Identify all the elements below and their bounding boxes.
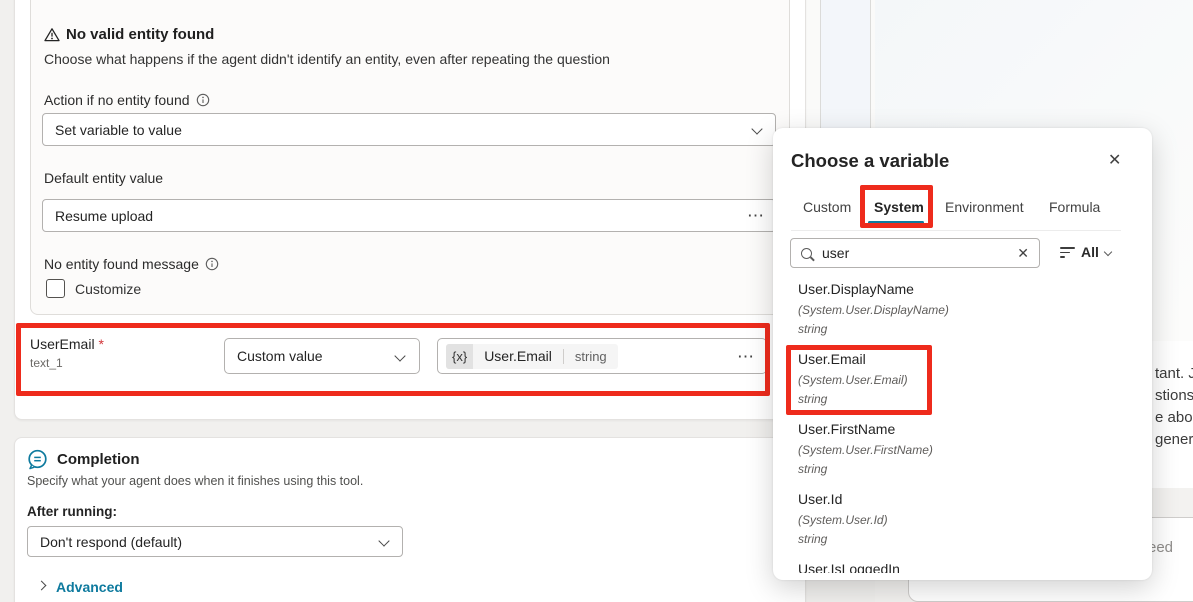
message-fragment: stions. — [1155, 385, 1193, 407]
action-if-no-entity-label: Action if no entity found — [44, 92, 210, 108]
tab-system[interactable]: System — [874, 199, 924, 215]
user-email-variable-id: text_1 — [30, 356, 63, 370]
active-tab-underline — [868, 221, 924, 224]
variable-list: User.DisplayName (System.User.DisplayNam… — [773, 273, 1152, 573]
section-heading: No valid entity found — [66, 26, 214, 43]
list-item[interactable]: User.FirstName (System.User.FirstName) s… — [798, 421, 933, 476]
after-running-label: After running: — [27, 504, 117, 519]
message-fragment: e abou — [1155, 407, 1193, 429]
search-input[interactable] — [820, 244, 984, 262]
variable-path: (System.User.Id) — [798, 513, 888, 527]
list-item[interactable]: User.DisplayName (System.User.DisplayNam… — [798, 281, 949, 336]
variable-path: (System.User.Email) — [798, 373, 908, 387]
variable-name: User.FirstName — [798, 421, 933, 437]
dialog-title: Choose a variable — [791, 150, 949, 172]
variable-name: User.IsLoggedIn — [798, 561, 900, 573]
message-fragment: tant. Ju — [1155, 363, 1193, 385]
default-entity-value-label: Default entity value — [44, 170, 163, 186]
list-item[interactable]: User.IsLoggedIn — [798, 561, 900, 573]
variable-name: User.Email — [798, 351, 908, 367]
variable-name: User.Id — [798, 491, 888, 507]
variable-path: (System.User.DisplayName) — [798, 303, 949, 317]
variable-type: string — [798, 462, 933, 476]
user-email-variable-name: UserEmail * — [30, 336, 104, 352]
chevron-down-icon — [1104, 248, 1112, 256]
message-fragment: genera — [1155, 429, 1193, 451]
filter-all-button[interactable]: All — [1081, 244, 1099, 260]
variable-path: (System.User.FirstName) — [798, 443, 933, 457]
default-entity-value-input[interactable]: Resume upload ⋯ — [42, 199, 776, 232]
custom-value-field[interactable]: {x} User.Email string ⋯ — [437, 338, 767, 374]
chevron-down-icon — [394, 350, 405, 361]
tab-custom[interactable]: Custom — [803, 199, 851, 215]
after-running-select[interactable]: Don't respond (default) — [27, 526, 403, 557]
warning-icon — [44, 27, 60, 48]
list-item[interactable]: User.Email (System.User.Email) string — [798, 351, 908, 406]
filter-icon — [1060, 247, 1075, 258]
completion-description: Specify what your agent does when it fin… — [27, 474, 363, 488]
choose-variable-dialog: Choose a variable ✕ Custom System Enviro… — [773, 128, 1152, 580]
close-icon[interactable]: ✕ — [1108, 150, 1121, 170]
variable-name: User.DisplayName — [798, 281, 949, 297]
chevron-down-icon — [751, 123, 762, 134]
test-pane-message-text: tant. Ju stions. e abou genera — [1155, 363, 1193, 451]
required-asterisk: * — [98, 336, 103, 352]
more-options-icon[interactable]: ⋯ — [737, 348, 755, 365]
clear-search-icon[interactable]: ✕ — [1017, 245, 1029, 262]
info-icon[interactable] — [196, 93, 210, 107]
completion-heading: Completion — [57, 451, 140, 468]
customize-label: Customize — [75, 281, 141, 297]
fx-icon: {x} — [446, 344, 473, 369]
completion-icon — [26, 448, 49, 476]
search-icon — [801, 248, 812, 259]
chip-variable-type: string — [564, 349, 618, 364]
variable-type: string — [798, 532, 888, 546]
more-options-icon[interactable]: ⋯ — [747, 207, 765, 224]
action-select[interactable]: Set variable to value — [42, 113, 776, 146]
variable-chip[interactable]: {x} User.Email string — [446, 344, 618, 369]
variable-type: string — [798, 392, 908, 406]
variable-type: string — [798, 322, 949, 336]
canvas-connector-band — [820, 0, 871, 130]
copilot-studio-canvas: tant. Ju stions. e abou genera eed No va… — [0, 0, 1193, 602]
advanced-link[interactable]: Advanced — [56, 579, 123, 595]
no-entity-message-label: No entity found message — [44, 256, 219, 272]
tab-formula[interactable]: Formula — [1049, 199, 1100, 215]
list-item[interactable]: User.Id (System.User.Id) string — [798, 491, 888, 546]
tab-environment[interactable]: Environment — [945, 199, 1024, 215]
value-mode-select[interactable]: Custom value — [224, 338, 420, 374]
chip-variable-name: User.Email — [473, 348, 563, 364]
info-icon[interactable] — [205, 257, 219, 271]
customize-checkbox[interactable] — [46, 279, 65, 298]
tab-divider — [791, 230, 1121, 231]
chevron-down-icon — [378, 535, 389, 546]
search-box[interactable]: ✕ — [790, 238, 1040, 268]
section-description: Choose what happens if the agent didn't … — [44, 51, 610, 67]
